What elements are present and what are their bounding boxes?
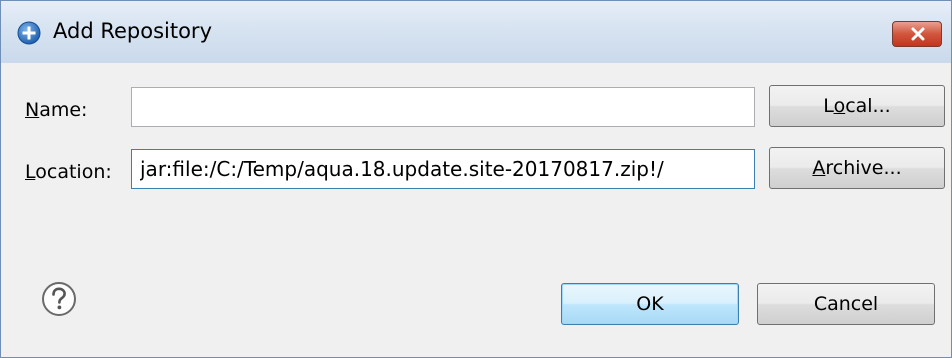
archive-button-post: rchive...: [825, 157, 902, 179]
close-icon: [911, 27, 925, 41]
location-input[interactable]: [131, 149, 755, 189]
archive-button[interactable]: Archive...: [769, 147, 945, 189]
add-repository-dialog: Add Repository Name: Local... Location: …: [0, 0, 952, 358]
dialog-content: Name: Local... Location: Archive... OK C…: [1, 63, 951, 357]
name-label: Name:: [25, 99, 87, 121]
ok-button[interactable]: OK: [561, 283, 739, 325]
name-label-mnemonic: N: [25, 99, 40, 121]
name-label-rest: ame:: [39, 99, 88, 121]
close-button[interactable]: [892, 21, 942, 47]
local-button[interactable]: Local...: [769, 85, 945, 127]
add-circle-icon: [17, 21, 41, 45]
local-button-mnemonic: o: [833, 95, 846, 117]
help-question-icon[interactable]: [41, 281, 77, 317]
local-button-pre: L: [823, 95, 834, 117]
name-input[interactable]: [131, 87, 755, 127]
dialog-title: Add Repository: [53, 19, 212, 43]
title-bar[interactable]: Add Repository: [1, 1, 951, 63]
local-button-post: cal...: [845, 95, 891, 117]
location-label-rest: ocation:: [35, 161, 112, 183]
archive-button-mnemonic: A: [812, 157, 826, 179]
location-label: Location:: [25, 161, 112, 183]
cancel-button[interactable]: Cancel: [757, 283, 935, 325]
location-label-mnemonic: L: [25, 161, 36, 183]
